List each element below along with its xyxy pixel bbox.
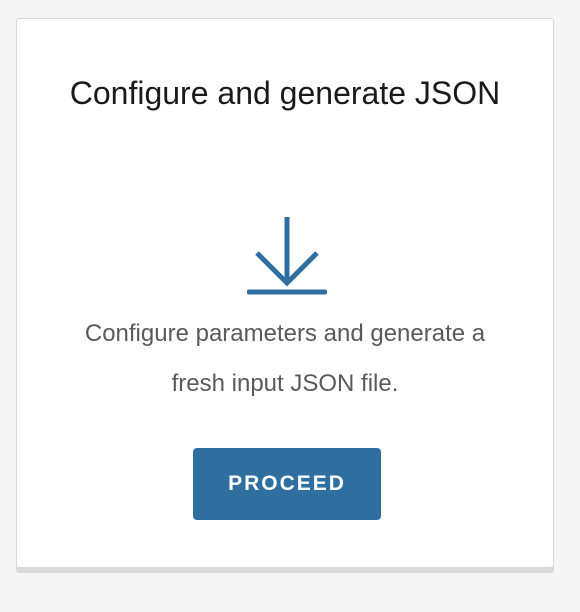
download-icon [246, 215, 328, 297]
proceed-button[interactable]: PROCEED [193, 448, 381, 520]
card-title: Configure and generate JSON [69, 75, 501, 111]
generate-json-card: Configure and generate JSON Configure pa… [16, 18, 554, 568]
card-description: Configure parameters and generate a fres… [84, 320, 486, 397]
